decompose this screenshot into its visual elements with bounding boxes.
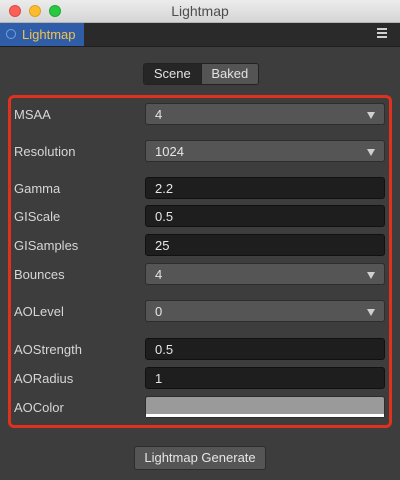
- resolution-select[interactable]: 1024: [145, 140, 385, 162]
- lightmap-icon: [6, 29, 16, 39]
- aocolor-label: AOColor: [14, 400, 64, 415]
- aolevel-select[interactable]: 0: [145, 300, 385, 322]
- panel-tab-bar: Lightmap: [0, 23, 400, 47]
- msaa-label: MSAA: [14, 107, 51, 122]
- lightmap-generate-button[interactable]: Lightmap Generate: [134, 446, 266, 470]
- hamburger-menu-icon[interactable]: [377, 28, 387, 41]
- aolevel-label: AOLevel: [14, 304, 64, 319]
- alpha-bar: [146, 414, 384, 417]
- aoradius-label: AORadius: [14, 371, 74, 386]
- panel-tab-label: Lightmap: [22, 27, 76, 42]
- chevron-down-icon: [367, 149, 375, 156]
- msaa-select[interactable]: 4: [145, 103, 385, 125]
- aoradius-input[interactable]: 1: [145, 367, 385, 389]
- aolevel-value: 0: [155, 304, 163, 319]
- resolution-value: 1024: [155, 144, 184, 159]
- giscale-label: GIScale: [14, 209, 61, 224]
- gamma-label: Gamma: [14, 181, 61, 196]
- chevron-down-icon: [367, 309, 375, 316]
- gisamples-input[interactable]: 25: [145, 234, 385, 256]
- resolution-label: Resolution: [14, 144, 76, 159]
- msaa-value: 4: [155, 107, 163, 122]
- gamma-input[interactable]: 2.2: [145, 177, 385, 199]
- aostrength-input[interactable]: 0.5: [145, 338, 385, 360]
- tab-scene[interactable]: Scene: [144, 64, 201, 84]
- aocolor-swatch[interactable]: [145, 396, 385, 418]
- mode-toggle: Scene Baked: [143, 63, 259, 85]
- aostrength-label: AOStrength: [14, 342, 82, 357]
- chevron-down-icon: [367, 272, 375, 279]
- gisamples-label: GISamples: [14, 238, 79, 253]
- bounces-label: Bounces: [14, 267, 65, 282]
- window-title: Lightmap: [171, 3, 229, 19]
- title-bar: Lightmap: [0, 0, 400, 23]
- chevron-down-icon: [367, 112, 375, 119]
- bounces-select[interactable]: 4: [145, 263, 385, 285]
- bounces-value: 4: [155, 267, 163, 282]
- panel-tab-lightmap[interactable]: Lightmap: [0, 23, 84, 46]
- giscale-input[interactable]: 0.5: [145, 205, 385, 227]
- tab-baked[interactable]: Baked: [200, 64, 258, 84]
